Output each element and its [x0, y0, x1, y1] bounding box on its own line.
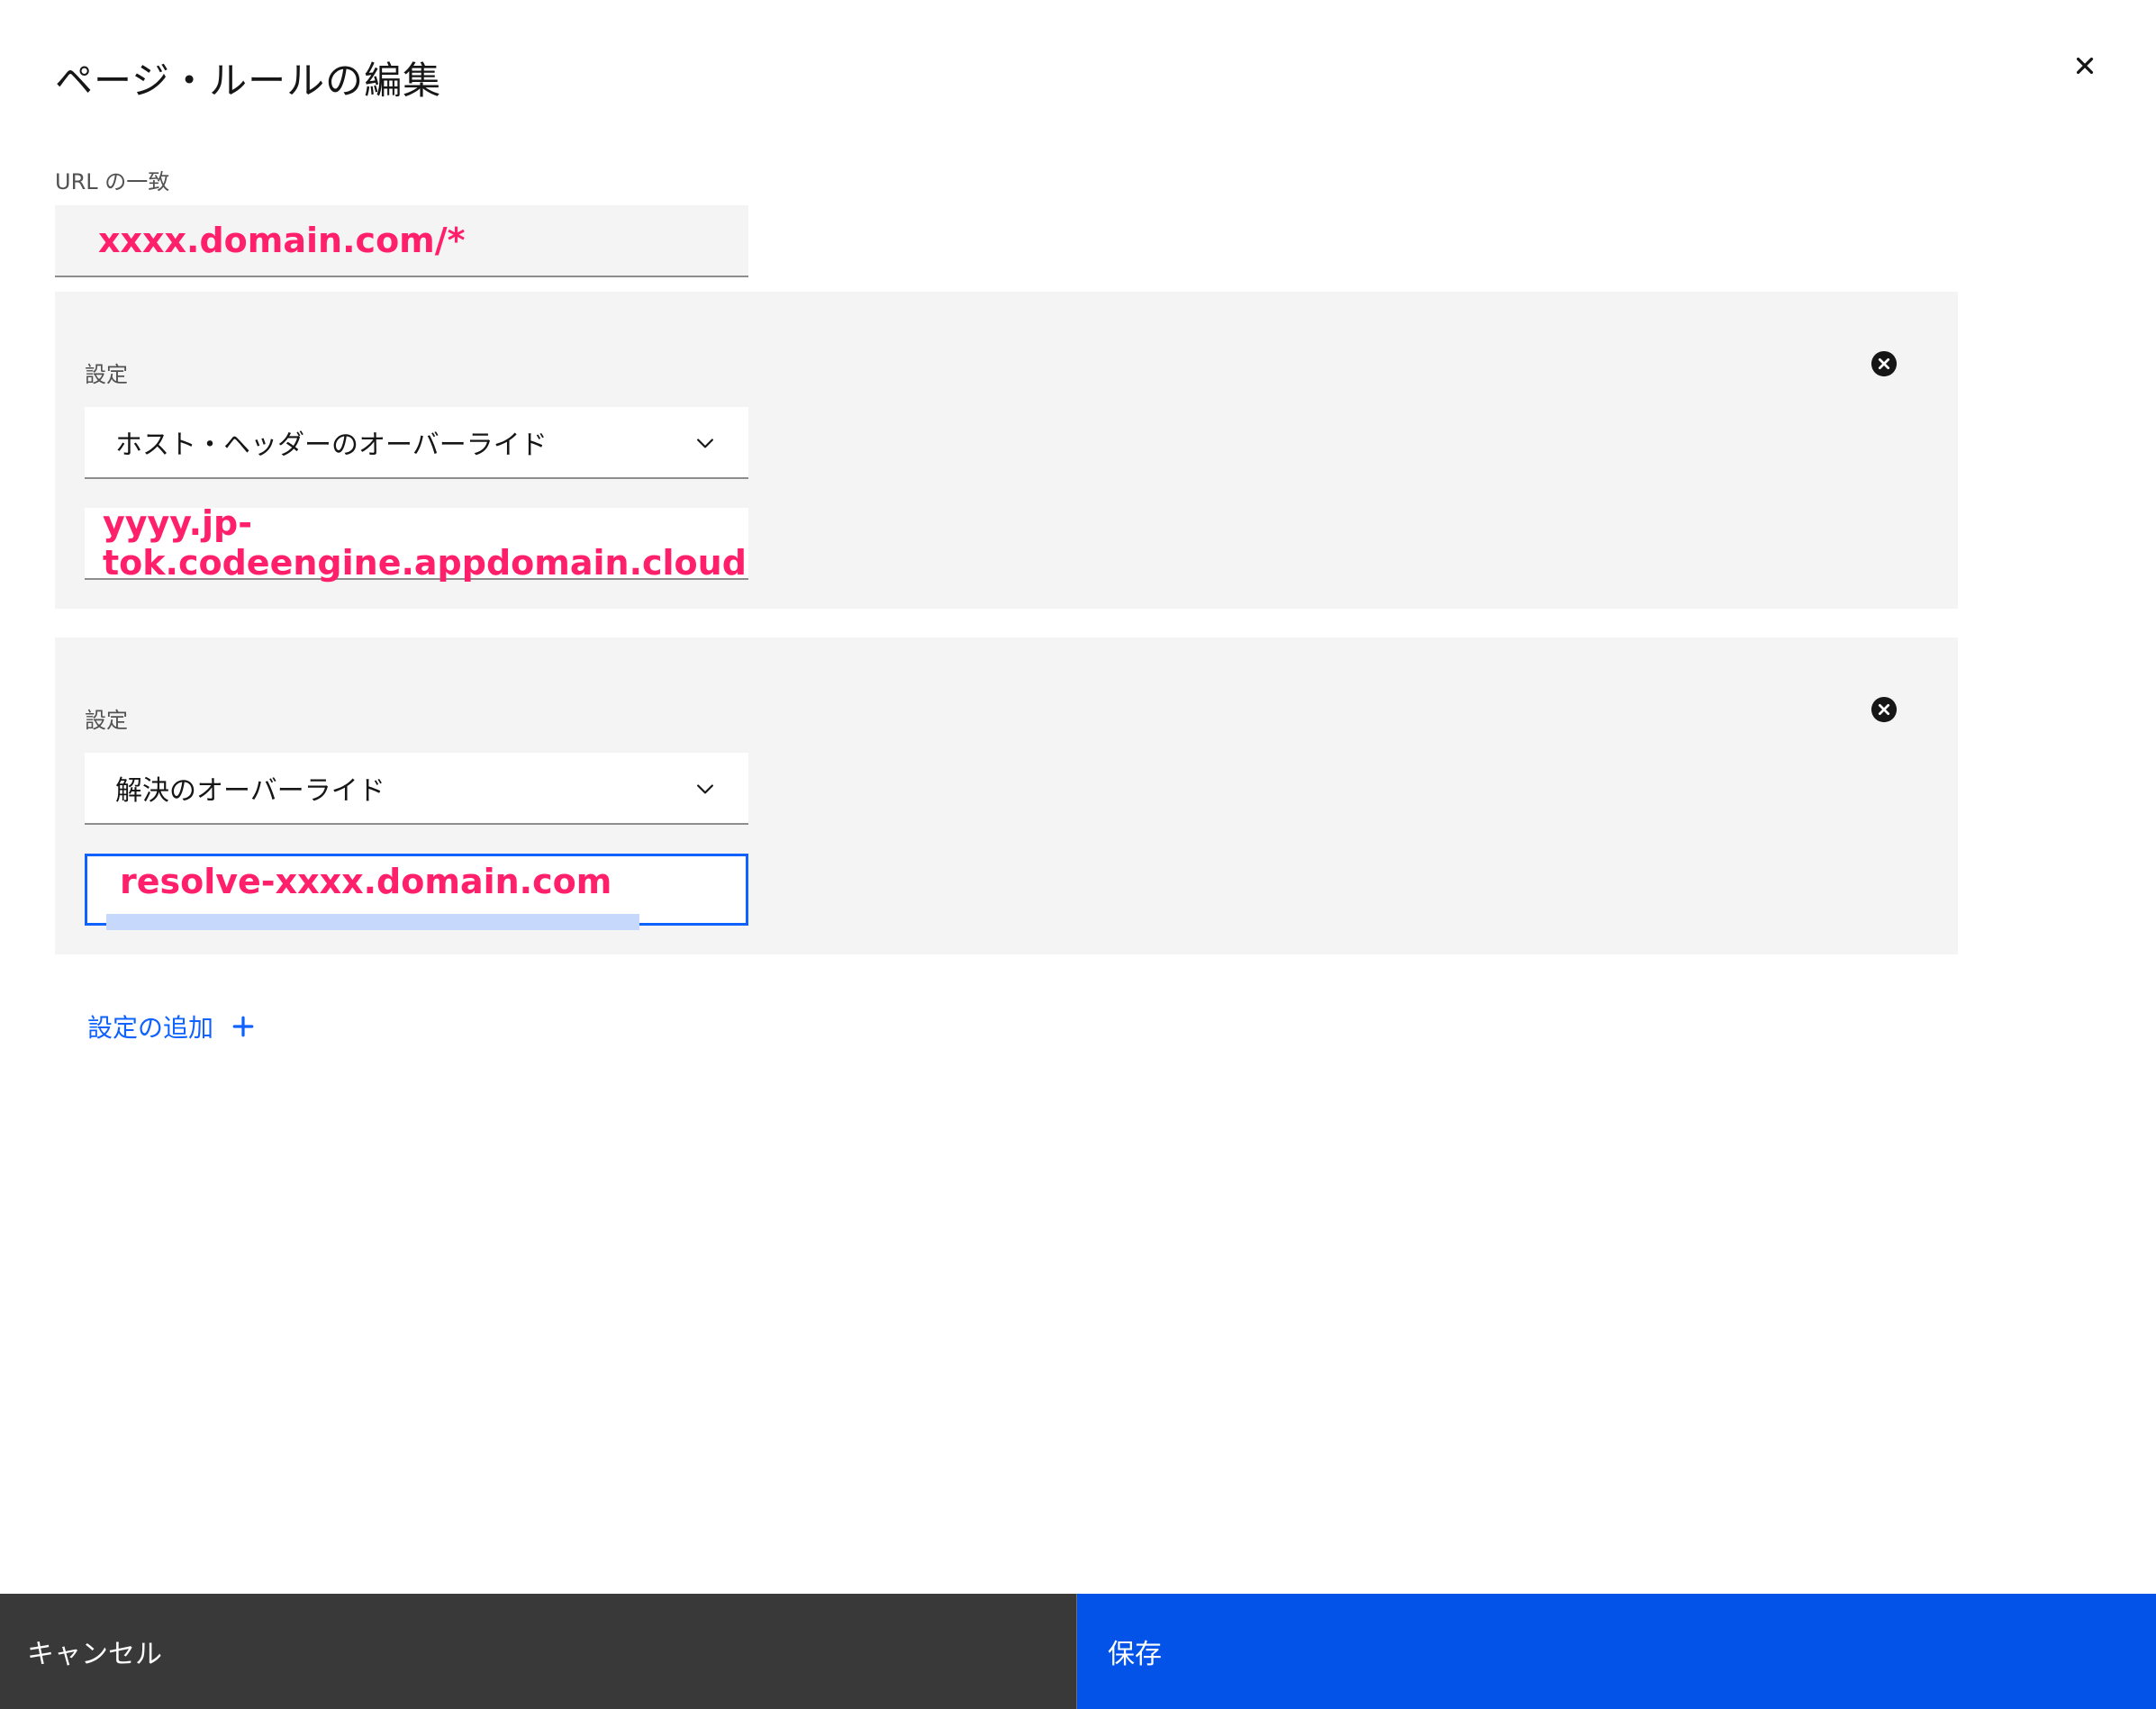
setting-type-dropdown-1[interactable]: ホスト・ヘッダーのオーバーライド — [85, 407, 748, 479]
save-button[interactable]: 保存 — [1077, 1594, 2156, 1709]
dropdown-selected-value: 解決のオーバーライド — [115, 775, 385, 807]
url-match-input[interactable]: xxxx.domain.com/* — [55, 205, 748, 277]
text-selection-highlight — [106, 914, 639, 930]
close-icon[interactable] — [2070, 50, 2100, 81]
setting-block-1: 設定 ホスト・ヘッダーのオーバーライド yyyy.jp-tok.codeengi… — [55, 292, 1958, 609]
modal-footer: キャンセル 保存 — [0, 1594, 2156, 1709]
setting-label-2: 設定 — [85, 708, 128, 733]
chevron-down-icon — [693, 776, 718, 801]
remove-setting-icon[interactable] — [1871, 350, 1898, 377]
dropdown-selected-value: ホスト・ヘッダーのオーバーライド — [115, 430, 548, 461]
modal-title: ページ・ルールの編集 — [55, 59, 442, 103]
setting-block-2: 設定 解決のオーバーライド resolve-xxxx.domain.com — [55, 637, 1958, 954]
plus-icon — [231, 1015, 255, 1038]
url-match-label: URL の一致 — [55, 169, 170, 194]
add-setting-label: 設定の追加 — [87, 1013, 214, 1043]
chevron-down-icon — [693, 430, 718, 456]
host-header-value-input[interactable]: yyyy.jp-tok.codeengine.appdomain.cloud — [85, 503, 748, 583]
cancel-button[interactable]: キャンセル — [0, 1594, 1077, 1709]
setting-type-dropdown-2[interactable]: 解決のオーバーライド — [85, 753, 748, 825]
edit-page-rule-modal: ページ・ルールの編集 URL の一致 xxxx.domain.com/* 設定 … — [0, 0, 2156, 1709]
setting-label-1: 設定 — [85, 362, 128, 387]
add-setting-link[interactable]: 設定の追加 — [87, 1008, 255, 1044]
remove-setting-icon[interactable] — [1871, 696, 1898, 723]
